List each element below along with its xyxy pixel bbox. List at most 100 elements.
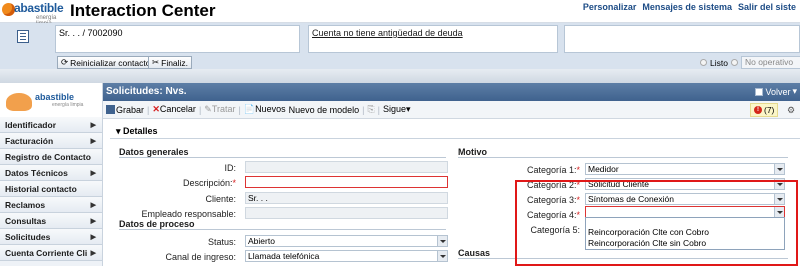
sidebar-item-reclamos[interactable]: Reclamos ▶ [0,197,102,213]
next-label: Sigue [383,104,407,114]
back-icon [755,87,764,96]
mascot-icon [6,93,32,111]
sidebar-item-label: Facturación [5,135,54,146]
sidebar-item-label: Reclamos [5,199,46,210]
status-value: Abierto [248,236,275,246]
process-label: Tratar [211,104,236,114]
sidebar-logo: abastible energía limpia [0,83,103,117]
reset-contact-label: Reinicializar contacto [70,57,151,68]
tools-icon[interactable]: ⚙ [787,105,795,116]
save-button[interactable]: Grabar [106,104,144,115]
refresh-icon: ⟳ [61,57,69,67]
not-operational-radio[interactable] [730,59,738,66]
logo-name: abastible [14,1,64,15]
sidebar-item-label: Consultas [5,215,47,226]
sidebar-logo-name: abastible [35,92,75,102]
page-title: Solicitudes: Nvs. [106,86,187,97]
channel-select[interactable]: Llamada telefónica [245,250,448,262]
chevron-down-icon: ▾ [792,86,797,96]
sidebar-item-label: Cuenta Corriente Cli [5,247,88,258]
sidebar-item-identificador[interactable]: Identificador ▶ [0,117,102,133]
employee-field [245,207,448,219]
sidebar-item-registro-contacto[interactable]: Registro de Contacto [0,149,102,165]
ready-radio[interactable] [700,59,707,66]
sidebar-item-historial-contacto[interactable]: Historial contacto [0,181,102,197]
chevron-right-icon: ▶ [90,218,96,225]
page-title-bar: Solicitudes: Nvs. Volver ▾ [103,83,800,101]
sidebar-nav: Identificador ▶ Facturación ▶ Registro de … [0,117,103,266]
description-input[interactable] [245,176,448,188]
app-title: Interaction Center [70,1,216,20]
chevron-right-icon: ▶ [90,234,96,241]
toolbar-divider: | [238,104,241,115]
required-marker: * [576,165,580,175]
debt-notice: Cuenta no tiene antigüedad de deuda [312,28,463,38]
logout-link[interactable]: Salir del siste [738,2,796,12]
action-toolbar: Grabar | ✕Cancelar | ✎Tratar | 📄Nuevos N… [103,101,800,119]
toolbar-divider: | [377,104,381,115]
debt-info-box: Cuenta no tiene antigüedad de deuda [308,25,558,53]
reset-contact-button[interactable]: ⟳ Reinicializar contacto [57,56,155,69]
client-field: Sr. . . [245,192,448,204]
chevron-right-icon: ▶ [90,138,96,145]
personalize-link[interactable]: Personalizar [583,2,637,12]
chevron-right-icon: ▶ [90,202,96,209]
toolbar-divider: | [198,104,202,115]
chevron-right-icon: ▶ [90,122,96,129]
sidebar-item-label: Solicitudes [5,231,51,242]
copy-icon[interactable]: ⎘ [367,104,374,115]
required-marker: * [232,178,236,188]
sidebar-item-cuenta-corriente[interactable]: Cuenta Corriente Cli ▶ [0,245,102,261]
abastible-logo: abastible energía limpia [2,1,66,27]
app-header: abastible energía limpia Interaction Cen… [0,0,800,27]
details-section-header[interactable]: ▾ Detalles [110,126,800,139]
new-label: Nuevos [255,104,286,114]
sidebar-item-consultas[interactable]: Consultas ▶ [0,213,102,229]
category-1-select[interactable]: Medidor [585,163,785,175]
edit-icon: ✎ [204,104,212,114]
next-menu[interactable]: Sigue▾ [383,104,411,115]
id-field [245,161,448,173]
ready-label: Listo [710,57,728,68]
finish-button[interactable]: ✂ Finaliz. [148,56,193,69]
chevron-down-icon [774,164,784,174]
chevron-right-icon: ▶ [90,170,96,177]
collapse-icon: ▾ [116,126,121,136]
sidebar-item-solicitudes[interactable]: Solicitudes ▶ [0,229,102,245]
motive-section: Motivo [458,147,788,158]
alerts-indicator[interactable]: ! (7) [750,103,779,117]
alert-count: (7) [764,105,775,115]
category-1-value: Medidor [588,164,619,174]
top-links: Personalizar Mensajes de sistema Salir d… [583,2,796,12]
alert-icon: ! [754,106,762,114]
employee-label: Empleado responsable: [141,209,236,219]
separator-bar [0,69,800,83]
sidebar-item-label: Historial contacto [5,183,77,194]
customer-info-box: Sr. . . / 7002090 [55,25,300,53]
save-icon [106,104,115,114]
system-messages-link[interactable]: Mensajes de sistema [642,2,732,12]
toolbar-divider: | [147,104,150,115]
client-label: Cliente: [205,194,236,204]
document-icon[interactable] [17,30,29,43]
cancel-icon: ✕ [152,104,160,114]
new-button[interactable]: 📄Nuevos [244,104,286,115]
back-button[interactable]: Volver ▾ [755,86,797,97]
sidebar-item-label: Datos Técnicos [5,167,68,178]
not-operational-field: No operativo [740,56,800,69]
new-from-template-button[interactable]: Nuevo de modelo [289,105,360,115]
customer-id: Sr. . . / 7002090 [59,28,123,38]
context-area: Sr. . . / 7002090 Cuenta no tiene antigü… [0,23,800,69]
channel-label: Canal de ingreso: [165,252,236,262]
process-button[interactable]: ✎Tratar [204,104,235,115]
sidebar-item-datos-tecnicos[interactable]: Datos Técnicos ▶ [0,165,102,181]
chevron-down-icon [437,251,447,261]
agent-status: Listo No operativo [700,56,800,69]
chevron-down-icon: ▾ [406,104,411,114]
details-label: Detalles [123,126,158,136]
back-label: Volver [765,86,791,97]
sidebar-item-facturacion[interactable]: Facturación ▶ [0,133,102,149]
chevron-right-icon: ▶ [90,250,96,257]
cancel-button[interactable]: ✕Cancelar [152,104,196,115]
status-select[interactable]: Abierto [245,235,448,247]
